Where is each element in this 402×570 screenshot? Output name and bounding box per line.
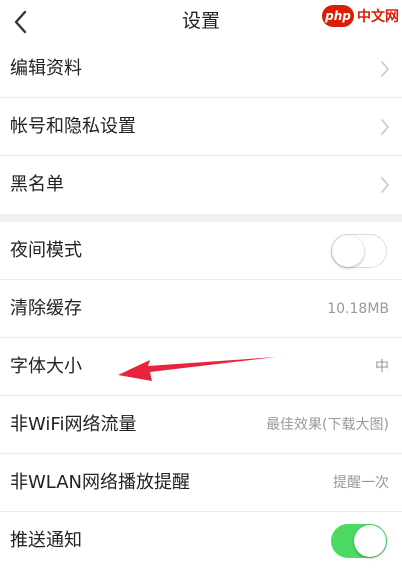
chevron-right-icon (380, 118, 390, 136)
item-label: 非WLAN网络播放提醒 (10, 472, 191, 493)
night-mode-item: 夜间模式 (0, 222, 402, 280)
account-settings-group: 编辑资料 帐号和隐私设置 黑名单 (0, 40, 402, 214)
font-size-value: 中 (375, 359, 389, 375)
watermark-text: 中文网 (357, 9, 399, 25)
item-label: 帐号和隐私设置 (10, 116, 136, 137)
play-reminder-value: 提醒一次 (333, 475, 389, 491)
non-wifi-traffic-value: 最佳效果(下载大图) (266, 417, 389, 433)
push-notification-toggle[interactable] (331, 524, 387, 558)
toggle-knob (332, 235, 364, 267)
clear-cache-item[interactable]: 清除缓存 10.18MB (0, 280, 402, 338)
item-label: 推送通知 (10, 530, 82, 551)
preferences-group: 夜间模式 清除缓存 10.18MB 字体大小 中 非WiFi网络流量 最佳效果(… (0, 222, 402, 570)
item-label: 非WiFi网络流量 (10, 414, 137, 435)
non-wifi-traffic-item[interactable]: 非WiFi网络流量 最佳效果(下载大图) (0, 396, 402, 454)
item-label: 清除缓存 (10, 298, 82, 319)
toggle-knob (354, 525, 386, 557)
edit-profile-item[interactable]: 编辑资料 (0, 40, 402, 98)
chevron-right-icon (380, 176, 390, 194)
watermark: php 中文网 (322, 3, 399, 29)
nav-bar: 设置 php 中文网 (0, 0, 402, 44)
blacklist-item[interactable]: 黑名单 (0, 156, 402, 214)
watermark-logo: php (322, 5, 354, 27)
night-mode-toggle[interactable] (331, 234, 387, 268)
item-label: 字体大小 (10, 356, 82, 377)
push-notification-item: 推送通知 (0, 512, 402, 570)
chevron-right-icon (380, 60, 390, 78)
font-size-item[interactable]: 字体大小 中 (0, 338, 402, 396)
item-label: 编辑资料 (10, 58, 82, 79)
item-label: 夜间模式 (10, 240, 82, 261)
account-privacy-item[interactable]: 帐号和隐私设置 (0, 98, 402, 156)
cache-size-value: 10.18MB (327, 301, 389, 317)
item-label: 黑名单 (10, 174, 64, 195)
non-wlan-play-reminder-item[interactable]: 非WLAN网络播放提醒 提醒一次 (0, 454, 402, 512)
